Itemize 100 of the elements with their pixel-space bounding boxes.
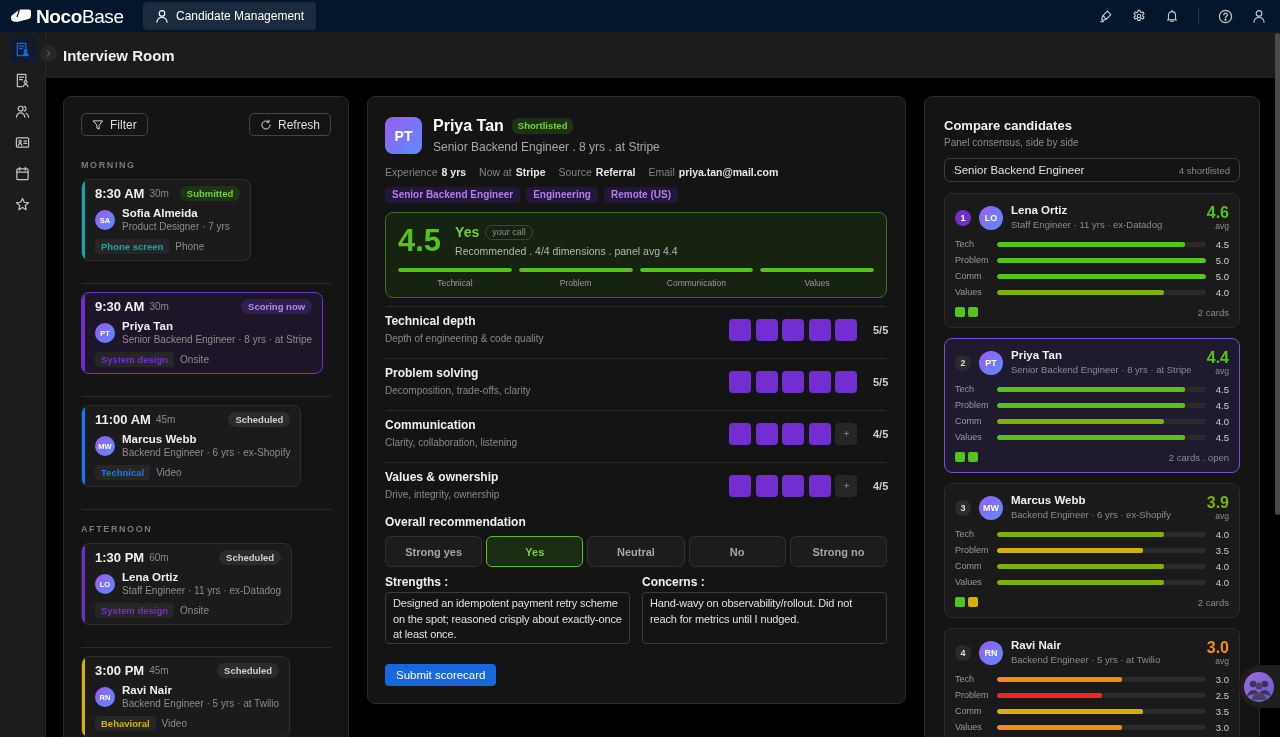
nav-tab[interactable]: Candidate Management [143,2,317,30]
interview-time: 9:30 AM [95,299,145,314]
fact-label: Email [648,166,675,178]
role-select[interactable]: Senior Backend Engineer 4 shortlisted [944,158,1240,182]
rating-square[interactable] [835,318,857,341]
score-value: 3.5 [1214,544,1229,556]
criterion-title: Communication [385,418,477,433]
rating-square[interactable] [782,370,804,393]
interview-type-tag: Behavioral [95,716,156,731]
recommendation-option[interactable]: Strong no [789,536,887,567]
form-icon [15,41,30,57]
recommendation-option[interactable]: Yes [486,536,584,567]
interview-mode: Onsite [180,354,209,365]
filter-button[interactable]: Filter [81,113,148,136]
help-icon[interactable] [1218,8,1233,24]
document-person-icon [15,72,30,88]
star-icon [15,196,30,212]
rating-square[interactable] [729,474,751,497]
rating-square[interactable] [835,422,857,445]
field-label: Strengths : [385,575,450,590]
candidate-subtitle: Staff Engineer · 11 yrs · ex-Datadog [122,584,282,597]
interview-duration: 45m [155,414,176,425]
notes-field[interactable]: Designed an idempotent payment retry scheme on the spot; reasoned crisply about exactly-once at least once. [385,592,630,644]
candidate-card[interactable]: 3 MW Marcus Webb Backend Engineer · 6 yrs · ex-Shopify 3.9 avg Tech 4.0 Problem 3.5 Comm 4.0 Values 4.0 2 cards [944,483,1240,618]
refresh-button[interactable]: Refresh [248,113,331,136]
interview-time: 11:00 AM [95,412,151,427]
score-label: Comm [955,271,983,281]
rating-square[interactable] [729,318,751,341]
highlighter-icon[interactable] [1099,9,1113,23]
score-label: Values [955,722,983,732]
bell-icon[interactable] [1165,9,1179,23]
candidate-name: Ravi Nair [122,684,173,697]
candidate-card[interactable]: 1 LO Lena Ortiz Staff Engineer · 11 yrs · ex-Datadog 4.6 avg Tech 4.5 Problem 5.0 Comm 5.0 Values 4.0 2 cards [944,193,1240,328]
average-score: 4.6 [1206,204,1229,221]
interview-mode: Onsite [180,605,209,616]
status-badge: Scoring now [241,299,313,314]
score-label: Values [955,287,983,297]
average-label: avg [1214,220,1229,231]
status-badge: Scheduled [217,663,280,678]
rating-square[interactable] [808,370,831,393]
candidate-avatar: PT [385,117,422,154]
score-label: Tech [955,384,975,394]
rating-square[interactable] [755,318,778,341]
candidate-name: Marcus Webb [1011,494,1087,507]
score-value: 4.0 [1214,415,1229,427]
rating-square[interactable] [808,318,831,341]
rating-square[interactable] [729,370,751,393]
candidate-subtitle: Senior Backend Engineer · 8 yrs · at Stripe [1011,364,1193,376]
rating-square[interactable] [835,370,857,393]
verdict-text: Yes [455,224,480,240]
score-value: 3.5 [1214,705,1229,717]
interview-duration: 30m [149,301,169,312]
rating-square[interactable] [835,474,857,497]
criterion-description: Drive, integrity, ownership [385,488,501,501]
score-value: 3.0 [1214,673,1229,685]
avatar: PT [979,350,1003,375]
user-icon[interactable] [1252,9,1266,23]
rating-square[interactable] [808,474,831,497]
interview-time: 1:30 PM [95,550,145,565]
criterion-title: Technical depth [385,314,477,329]
logo-text: NocoBase [36,6,124,26]
calendar-icon [15,165,30,181]
plus-icon [841,481,851,490]
interview-time: 3:00 PM [95,663,145,678]
status-badge: Scheduled [219,550,282,565]
score-value: 4.5 [1214,399,1229,411]
notes-field[interactable]: Hand-wavy on observability/rollout. Did not reach for metrics until I nudged. [642,592,887,644]
settings-icon[interactable] [1132,9,1146,23]
recommendation-option[interactable]: Neutral [587,536,685,567]
rating-square[interactable] [782,474,804,497]
rating-square[interactable] [729,422,751,445]
candidate-name: Ravi Nair [1011,639,1062,652]
candidate-subtitle: Backend Engineer · 6 yrs · ex-Shopify [122,446,291,459]
interview-type-tag: Technical [95,465,151,480]
rating-square[interactable] [782,318,804,341]
rating-square[interactable] [755,422,778,445]
rating-square[interactable] [808,422,831,445]
candidate-subtitle: Backend Engineer · 5 yrs · at Twilio [122,697,280,710]
score-value: 4.5 [1214,383,1229,395]
candidate-subtitle: Backend Engineer · 5 yrs · at Twilio [1011,654,1162,666]
score-value: 4.0 [1214,576,1229,588]
score-label: Tech [955,239,975,249]
candidate-card[interactable]: 4 RN Ravi Nair Backend Engineer · 5 yrs · at Twilio 3.0 avg Tech 3.0 Problem 2.5 Comm 3.5 Values 3.0 [944,628,1240,737]
stage-badge: Shortlisted [511,118,574,134]
rating-square[interactable] [755,474,778,497]
score-label: Values [955,432,983,442]
candidate-name: Lena Ortiz [1011,204,1069,217]
cards-count: 2 cards . open [1168,451,1229,463]
criterion-score: 5/5 [873,323,887,336]
rating-square[interactable] [782,422,804,445]
rating-square[interactable] [755,370,778,393]
score-label: Comm [955,706,983,716]
submit-button[interactable]: Submit scorecard [385,664,497,686]
cards-count: 2 cards [1197,596,1229,608]
scrollbar[interactable] [1275,33,1280,515]
candidate-card[interactable]: 2 PT Priya Tan Senior Backend Engineer · 8 yrs · at Stripe 4.4 avg Tech 4.5 Problem 4.5 Comm 4.0 Values 4.5 2 cards . open [944,338,1240,473]
score-value: 4.5 [1214,238,1229,250]
recommendation-option[interactable]: Strong yes [385,536,483,567]
recommendation-option[interactable]: No [688,536,786,567]
candidate-subtitle: Backend Engineer · 6 yrs · ex-Shopify [1011,509,1172,521]
